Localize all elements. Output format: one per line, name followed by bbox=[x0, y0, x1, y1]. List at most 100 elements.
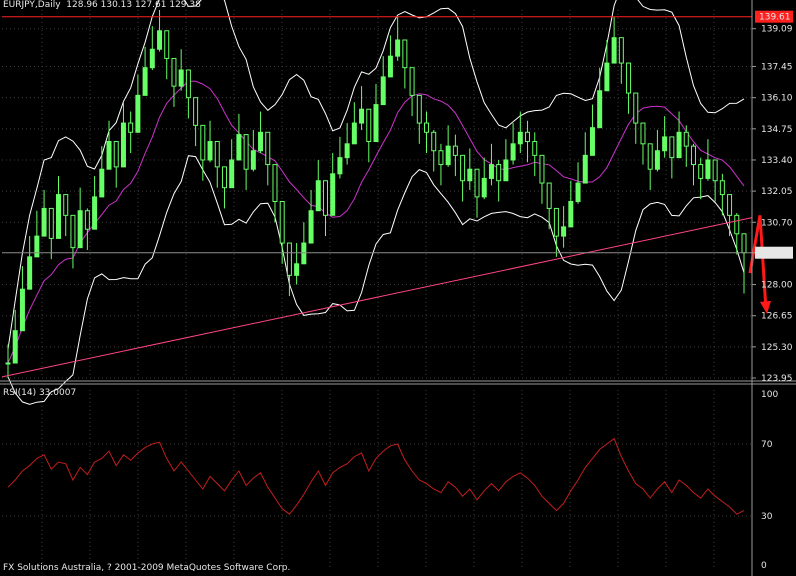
candle-body bbox=[344, 143, 350, 159]
candle-body bbox=[532, 141, 538, 156]
candle-body bbox=[409, 67, 415, 96]
candle-body bbox=[445, 145, 451, 166]
candle-body bbox=[207, 141, 213, 161]
candle-body bbox=[258, 131, 264, 152]
candle-body bbox=[683, 131, 689, 147]
candle-body bbox=[221, 166, 227, 189]
candle-body bbox=[539, 154, 545, 184]
candle-body bbox=[200, 124, 206, 161]
candle-body bbox=[474, 168, 480, 198]
candle-body bbox=[214, 141, 220, 168]
candle-body bbox=[402, 39, 408, 69]
candle-body bbox=[690, 145, 696, 166]
candle-body bbox=[142, 67, 148, 96]
ohlc-values: 128.96 130.13 127.61 129.38 bbox=[66, 0, 201, 10]
candle-body bbox=[568, 200, 574, 228]
candle-body bbox=[416, 94, 422, 124]
candle-body bbox=[359, 108, 365, 124]
candle-body bbox=[741, 233, 747, 254]
candle-body bbox=[63, 194, 69, 216]
candle-body bbox=[676, 131, 682, 159]
price-tick-label: 137.45 bbox=[761, 63, 793, 73]
candle-body bbox=[698, 164, 704, 179]
candle-body bbox=[597, 90, 603, 129]
candle-body bbox=[611, 37, 617, 64]
candle-body bbox=[322, 180, 328, 216]
candle-body bbox=[496, 164, 502, 182]
candle-body bbox=[618, 37, 624, 64]
price-tick-label: 133.40 bbox=[761, 156, 793, 166]
candle-body bbox=[113, 141, 119, 168]
candle-body bbox=[99, 168, 105, 198]
candle-body bbox=[149, 48, 155, 69]
resistance-price-label: 139.61 bbox=[759, 13, 791, 23]
candle-body bbox=[279, 200, 285, 244]
candle-body bbox=[48, 207, 54, 239]
candle-body bbox=[575, 182, 581, 202]
chart-header: EURJPY,Daily 128.96 130.13 127.61 129.38 bbox=[3, 0, 201, 10]
candle-body bbox=[185, 69, 191, 99]
candle-body bbox=[171, 57, 177, 87]
copyright-footer: FX Solutions Australia, ? 2001-2009 Meta… bbox=[3, 563, 291, 573]
candle-body bbox=[272, 164, 278, 202]
candle-body bbox=[561, 226, 567, 237]
candle-body bbox=[41, 207, 47, 237]
candle-body bbox=[395, 39, 401, 57]
trendlines bbox=[1, 16, 771, 378]
candle-body bbox=[128, 122, 134, 133]
rsi-tick-label: 70 bbox=[761, 440, 773, 450]
candle-body bbox=[164, 30, 170, 59]
price-tick-label: 128.00 bbox=[761, 281, 793, 291]
candle-body bbox=[265, 131, 271, 166]
candle-body bbox=[712, 159, 718, 182]
candle-body bbox=[34, 235, 40, 258]
candle-body bbox=[719, 180, 725, 196]
candle-body bbox=[106, 141, 112, 170]
candle-body bbox=[120, 122, 126, 168]
candle-body bbox=[640, 122, 646, 145]
price-tick-label: 125.30 bbox=[761, 343, 793, 353]
candle-body bbox=[467, 168, 473, 182]
candle-body bbox=[70, 214, 76, 249]
candle-body bbox=[553, 207, 559, 237]
candle-body bbox=[380, 76, 386, 106]
rsi-tick-label: 100 bbox=[761, 390, 778, 400]
candle-body bbox=[510, 143, 516, 161]
rsi-header: RSI(14) 33.0007 bbox=[3, 388, 77, 398]
candle-body bbox=[488, 164, 494, 179]
candle-body bbox=[589, 127, 595, 156]
candle-body bbox=[654, 150, 660, 170]
price-tick-label: 136.10 bbox=[761, 94, 793, 104]
candle-body bbox=[19, 288, 25, 332]
price-tick-label: 132.05 bbox=[761, 187, 793, 197]
candle-body bbox=[178, 69, 184, 87]
chart-canvas: 139.09 137.45 136.10 134.75 133.40 132.05 130.… bbox=[0, 0, 796, 576]
candle-body bbox=[315, 180, 321, 212]
rsi-line bbox=[7, 437, 745, 515]
candle-body bbox=[157, 30, 163, 50]
candle-body bbox=[366, 108, 372, 143]
candle-body bbox=[92, 196, 98, 230]
symbol-label: EURJPY,Daily bbox=[3, 0, 61, 10]
candle-body bbox=[582, 154, 588, 184]
price-tick-label: 134.75 bbox=[761, 125, 793, 135]
candle-body bbox=[236, 134, 242, 161]
rsi-tick-label: 0 bbox=[761, 561, 767, 571]
rsi-tick-label: 30 bbox=[761, 512, 773, 522]
candle-body bbox=[431, 131, 437, 152]
price-axis: 139.09 137.45 136.10 134.75 133.40 132.05 130.… bbox=[0, 0, 796, 576]
price-tick-label: 130.70 bbox=[761, 218, 793, 228]
candle-body bbox=[337, 157, 343, 175]
candle-body bbox=[250, 150, 256, 170]
price-tick-label: 126.65 bbox=[761, 312, 793, 322]
candle-body bbox=[229, 159, 235, 189]
candle-body bbox=[387, 55, 393, 78]
candle-body bbox=[27, 256, 33, 290]
candle-body bbox=[525, 131, 531, 143]
bollinger-lower-band bbox=[7, 155, 745, 405]
candle-body bbox=[633, 92, 639, 124]
bollinger-upper-band bbox=[7, 0, 745, 350]
candle-body bbox=[438, 150, 444, 166]
candle-body bbox=[308, 210, 314, 244]
candle-body bbox=[647, 143, 653, 170]
